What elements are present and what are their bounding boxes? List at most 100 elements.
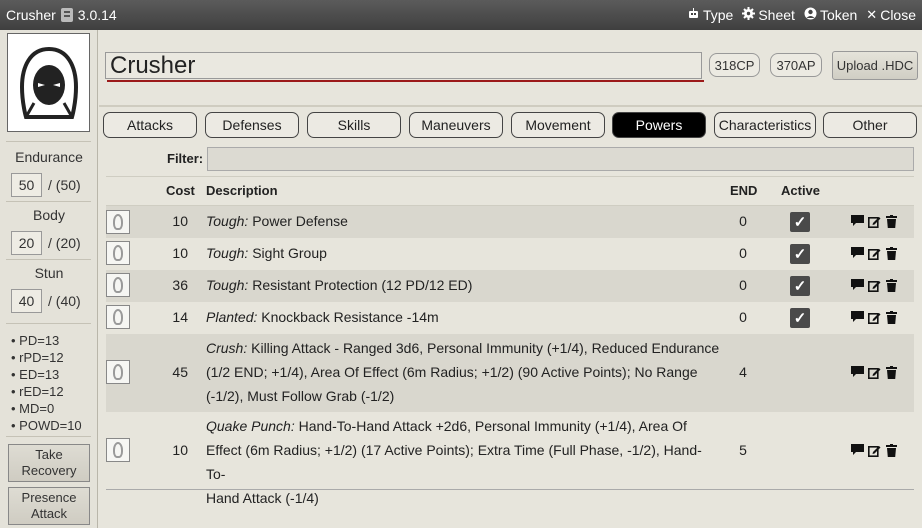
tab-characteristics[interactable]: Characteristics — [714, 112, 816, 138]
trash-icon[interactable] — [884, 365, 898, 379]
power-text: (1/2 END; +1/4), Area Of Effect (6m Radi… — [206, 364, 698, 380]
character-name-input[interactable]: Crusher — [105, 52, 702, 79]
power-icon[interactable] — [106, 438, 130, 462]
divider — [6, 323, 91, 324]
divider — [106, 176, 914, 177]
tab-skills[interactable]: Skills — [307, 112, 401, 138]
divider — [6, 259, 91, 260]
token-button[interactable]: Token — [804, 7, 857, 23]
divider — [6, 141, 91, 142]
tab-other[interactable]: Other — [823, 112, 917, 138]
edit-icon[interactable] — [867, 214, 881, 228]
active-checkbox[interactable]: ✓ — [790, 244, 810, 264]
trash-icon[interactable] — [884, 443, 898, 457]
check-icon: ✓ — [793, 278, 807, 295]
divider — [6, 436, 91, 437]
power-text: Hand-To-Hand Attack +2d6, Personal Immun… — [298, 418, 687, 434]
power-name: Planted: — [206, 309, 258, 325]
stun-max: / (40) — [48, 293, 81, 309]
trash-icon[interactable] — [884, 246, 898, 260]
tab-attacks[interactable]: Attacks — [103, 112, 197, 138]
check-icon: ✓ — [793, 310, 807, 327]
power-name: Quake Punch: — [206, 418, 295, 434]
edit-icon[interactable] — [867, 246, 881, 260]
check-icon: ✓ — [793, 246, 807, 263]
chat-icon[interactable] — [850, 443, 864, 457]
row-actions — [850, 365, 898, 379]
body-label: Body — [33, 207, 65, 223]
trash-icon[interactable] — [884, 278, 898, 292]
type-button[interactable]: Type — [687, 7, 733, 23]
defense-item: rED=12 — [11, 383, 82, 400]
edit-icon[interactable] — [867, 278, 881, 292]
power-description: Crush: Killing Attack - Ranged 3d6, Pers… — [206, 336, 721, 408]
power-icon[interactable] — [106, 360, 130, 384]
endurance-input[interactable]: 50 — [11, 173, 42, 197]
row-actions — [850, 443, 898, 457]
check-icon: ✓ — [793, 214, 807, 231]
power-text: Sight Group — [252, 245, 327, 261]
tab-movement[interactable]: Movement — [511, 112, 605, 138]
app-name: Crusher — [6, 7, 56, 23]
active-checkbox[interactable]: ✓ — [790, 276, 810, 296]
description-header: Description — [206, 183, 278, 198]
active-checkbox[interactable]: ✓ — [790, 212, 810, 232]
stun-input[interactable]: 40 — [11, 289, 42, 313]
sheet-button[interactable]: Sheet — [742, 7, 795, 23]
row-actions — [850, 278, 898, 292]
power-icon[interactable] — [106, 210, 130, 234]
close-label: Close — [880, 7, 916, 23]
power-name: Tough: — [206, 245, 249, 261]
trash-icon[interactable] — [884, 310, 898, 324]
power-icon[interactable] — [106, 305, 130, 329]
power-end: 0 — [739, 309, 747, 325]
power-text: Knockback Resistance -14m — [261, 309, 439, 325]
button-label: Attack — [30, 506, 68, 521]
chat-icon[interactable] — [850, 278, 864, 292]
power-end: 5 — [739, 442, 747, 458]
character-portrait[interactable] — [7, 33, 90, 132]
defense-item: POWD=10 — [11, 417, 82, 434]
type-label: Type — [702, 7, 734, 23]
power-name: Tough: — [206, 277, 249, 293]
power-end: 0 — [739, 213, 747, 229]
tab-powers[interactable]: Powers — [612, 112, 706, 138]
power-icon[interactable] — [106, 241, 130, 265]
chat-icon[interactable] — [850, 246, 864, 260]
power-cost: 10 — [172, 213, 188, 229]
filter-label: Filter: — [167, 151, 204, 166]
hooded-figure-icon — [19, 46, 78, 119]
edit-icon[interactable] — [867, 310, 881, 324]
endurance-row: 50 / (50) — [11, 173, 81, 197]
power-text: (-1/2), Must Follow Grab (-1/2) — [206, 388, 395, 404]
take-recovery-button[interactable]: Take Recovery — [8, 444, 90, 482]
cost-header: Cost — [166, 183, 195, 198]
chat-icon[interactable] — [850, 310, 864, 324]
chat-icon[interactable] — [850, 214, 864, 228]
endurance-max: / (50) — [48, 177, 81, 193]
upload-hdc-button[interactable]: Upload .HDC — [832, 51, 918, 80]
tab-defenses[interactable]: Defenses — [205, 112, 299, 138]
app-version: 3.0.14 — [77, 7, 117, 23]
power-cost: 14 — [172, 309, 188, 325]
window-title: Crusher 3.0.14 — [6, 7, 117, 23]
button-label: Presence — [21, 490, 77, 505]
power-cost: 36 — [172, 277, 188, 293]
stun-row: 40 / (40) — [11, 289, 81, 313]
body-input[interactable]: 20 — [11, 231, 42, 255]
presence-attack-button[interactable]: Presence Attack — [8, 487, 90, 525]
power-description: Planted: Knockback Resistance -14m — [206, 305, 721, 329]
active-header: Active — [781, 183, 821, 198]
chat-icon[interactable] — [850, 365, 864, 379]
active-checkbox[interactable]: ✓ — [790, 308, 810, 328]
power-icon[interactable] — [106, 273, 130, 297]
defense-item: ED=13 — [11, 366, 82, 383]
power-description: Tough: Resistant Protection (12 PD/12 ED… — [206, 273, 721, 297]
filter-input[interactable] — [207, 147, 914, 171]
tab-maneuvers[interactable]: Maneuvers — [409, 112, 503, 138]
edit-icon[interactable] — [867, 365, 881, 379]
power-description: Quake Punch: Hand-To-Hand Attack +2d6, P… — [206, 414, 721, 510]
trash-icon[interactable] — [884, 214, 898, 228]
edit-icon[interactable] — [867, 443, 881, 457]
close-button[interactable]: ✕ Close — [866, 7, 916, 23]
